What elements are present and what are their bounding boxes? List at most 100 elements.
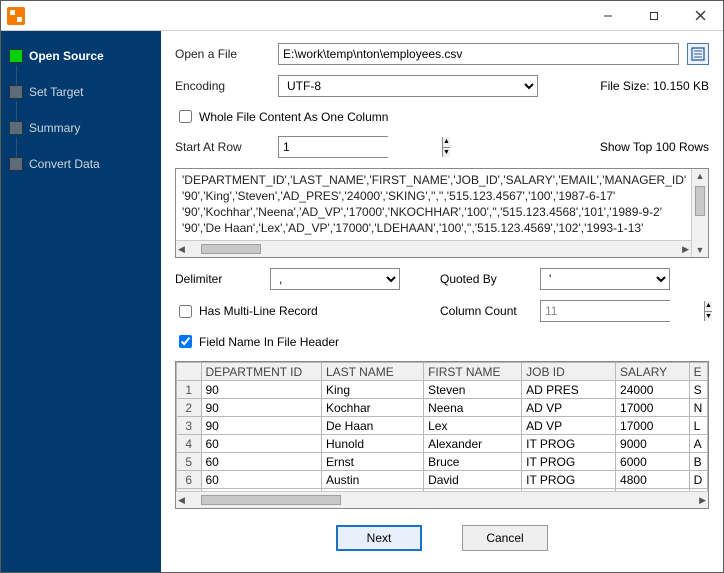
table-cell[interactable]: A — [689, 435, 707, 453]
table-cell[interactable]: Steven — [424, 381, 522, 399]
table-cell[interactable]: 4800 — [616, 471, 690, 489]
maximize-button[interactable] — [631, 1, 677, 31]
table-cell[interactable]: Austin — [321, 471, 423, 489]
table-cell[interactable]: 90 — [201, 381, 321, 399]
quoted-by-select[interactable]: ' — [540, 268, 670, 290]
minimize-button[interactable] — [585, 1, 631, 31]
sidebar-item-summary[interactable]: Summary — [9, 121, 153, 135]
column-header[interactable]: LAST NAME — [321, 363, 423, 381]
row-number-header — [177, 363, 202, 381]
multiline-checkbox[interactable] — [179, 305, 192, 318]
scroll-up-icon[interactable]: ▲ — [694, 169, 707, 183]
scroll-left-icon[interactable]: ◀ — [176, 493, 187, 508]
table-cell[interactable]: 60 — [201, 471, 321, 489]
whole-file-label: Whole File Content As One Column — [199, 110, 388, 124]
wizard-sidebar: Open Source Set Target Summary Convert D… — [1, 31, 161, 572]
preview-horizontal-scrollbar[interactable]: ◀ ▶ — [176, 240, 691, 257]
scroll-down-icon[interactable]: ▼ — [694, 243, 707, 257]
table-cell[interactable]: N — [689, 399, 707, 417]
table-cell[interactable]: De Haan — [321, 417, 423, 435]
preview-line: '90','De Haan','Lex','AD_VP','17000','LD… — [182, 220, 702, 236]
table-cell[interactable]: 9000 — [616, 435, 690, 453]
table-row[interactable]: 290KochharNeenaAD VP17000N — [177, 399, 708, 417]
whole-file-checkbox[interactable] — [179, 110, 192, 123]
table-cell[interactable]: 24000 — [616, 381, 690, 399]
row-number: 2 — [177, 399, 202, 417]
table-cell[interactable]: 90 — [201, 417, 321, 435]
table-cell[interactable]: 17000 — [616, 417, 690, 435]
file-path-input[interactable] — [278, 43, 679, 65]
preview-vertical-scrollbar[interactable]: ▲ ▼ — [691, 169, 708, 257]
next-button[interactable]: Next — [336, 525, 422, 551]
sidebar-item-label: Summary — [29, 121, 80, 135]
table-cell[interactable]: S — [689, 381, 707, 399]
browse-icon — [691, 47, 705, 61]
close-button[interactable] — [677, 1, 723, 31]
table-cell[interactable]: Hunold — [321, 435, 423, 453]
table-cell[interactable]: Bruce — [424, 453, 522, 471]
preview-table[interactable]: DEPARTMENT ID LAST NAME FIRST NAME JOB I… — [176, 362, 708, 491]
table-row[interactable]: 660AustinDavidIT PROG4800D — [177, 471, 708, 489]
column-header[interactable]: DEPARTMENT ID — [201, 363, 321, 381]
spinner-up-icon[interactable]: ▲ — [443, 137, 450, 148]
table-cell[interactable]: AD VP — [522, 417, 616, 435]
spinner-up-icon[interactable]: ▲ — [705, 301, 712, 312]
cancel-button[interactable]: Cancel — [462, 525, 548, 551]
scroll-thumb[interactable] — [201, 495, 341, 505]
preview-line: '90','Kochhar','Neena','AD_VP','17000','… — [182, 204, 702, 220]
start-row-label: Start At Row — [175, 140, 270, 154]
quoted-by-label: Quoted By — [440, 272, 540, 286]
browse-file-button[interactable] — [687, 43, 709, 65]
column-count-spinner[interactable]: ▲ ▼ — [540, 300, 670, 322]
table-cell[interactable]: Kochhar — [321, 399, 423, 417]
table-cell[interactable]: 17000 — [616, 399, 690, 417]
spinner-down-icon[interactable]: ▼ — [705, 312, 712, 322]
scroll-left-icon[interactable]: ◀ — [176, 242, 187, 257]
table-cell[interactable]: AD VP — [522, 399, 616, 417]
sidebar-item-convert-data[interactable]: Convert Data — [9, 157, 153, 171]
column-count-input[interactable] — [541, 301, 704, 321]
sidebar-item-label: Set Target — [29, 85, 83, 99]
table-cell[interactable]: Neena — [424, 399, 522, 417]
start-row-input[interactable] — [279, 137, 442, 157]
scroll-thumb[interactable] — [201, 244, 261, 254]
table-cell[interactable]: Lex — [424, 417, 522, 435]
table-cell[interactable]: AD PRES — [522, 381, 616, 399]
scroll-right-icon[interactable]: ▶ — [697, 493, 708, 508]
sidebar-item-open-source[interactable]: Open Source — [9, 49, 153, 63]
table-cell[interactable]: 90 — [201, 399, 321, 417]
encoding-label: Encoding — [175, 79, 270, 93]
data-grid: DEPARTMENT ID LAST NAME FIRST NAME JOB I… — [175, 361, 709, 509]
field-header-checkbox[interactable] — [179, 335, 192, 348]
table-cell[interactable]: B — [689, 453, 707, 471]
table-cell[interactable]: 60 — [201, 453, 321, 471]
scroll-thumb[interactable] — [695, 186, 705, 216]
preview-content[interactable]: 'DEPARTMENT_ID','LAST_NAME','FIRST_NAME'… — [176, 169, 708, 239]
table-cell[interactable]: Alexander — [424, 435, 522, 453]
table-cell[interactable]: 60 — [201, 435, 321, 453]
table-row[interactable]: 560ErnstBruceIT PROG6000B — [177, 453, 708, 471]
table-cell[interactable]: Ernst — [321, 453, 423, 471]
column-header[interactable]: SALARY — [616, 363, 690, 381]
grid-horizontal-scrollbar[interactable]: ◀ ▶ — [176, 491, 708, 508]
table-cell[interactable]: David — [424, 471, 522, 489]
table-cell[interactable]: IT PROG — [522, 471, 616, 489]
table-cell[interactable]: L — [689, 417, 707, 435]
table-row[interactable]: 460HunoldAlexanderIT PROG9000A — [177, 435, 708, 453]
table-cell[interactable]: King — [321, 381, 423, 399]
spinner-down-icon[interactable]: ▼ — [443, 148, 450, 158]
table-row[interactable]: 390De HaanLexAD VP17000L — [177, 417, 708, 435]
table-cell[interactable]: D — [689, 471, 707, 489]
table-row[interactable]: 190KingStevenAD PRES24000S — [177, 381, 708, 399]
start-row-spinner[interactable]: ▲ ▼ — [278, 136, 388, 158]
scroll-right-icon[interactable]: ▶ — [680, 242, 691, 257]
column-header[interactable]: FIRST NAME — [424, 363, 522, 381]
table-cell[interactable]: 6000 — [616, 453, 690, 471]
encoding-select[interactable]: UTF-8 — [278, 75, 538, 97]
table-cell[interactable]: IT PROG — [522, 453, 616, 471]
sidebar-item-set-target[interactable]: Set Target — [9, 85, 153, 99]
delimiter-select[interactable]: , — [270, 268, 400, 290]
column-header[interactable]: E — [689, 363, 707, 381]
column-header[interactable]: JOB ID — [522, 363, 616, 381]
table-cell[interactable]: IT PROG — [522, 435, 616, 453]
